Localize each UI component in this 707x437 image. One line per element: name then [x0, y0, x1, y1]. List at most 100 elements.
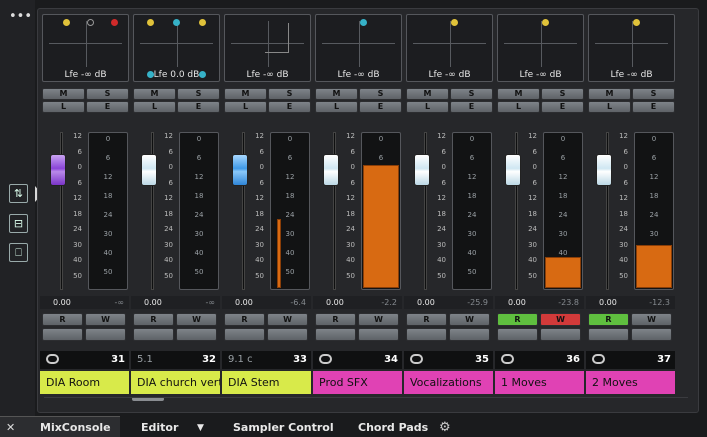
peak-value[interactable]: -∞: [205, 298, 215, 307]
edit-button[interactable]: E: [450, 101, 493, 113]
edit-button[interactable]: E: [359, 101, 402, 113]
listen-button[interactable]: L: [133, 101, 176, 113]
surround-panner[interactable]: Lfe 0.0 dB: [133, 14, 220, 82]
solo-button[interactable]: S: [450, 88, 493, 100]
listen-button[interactable]: L: [497, 101, 540, 113]
fader-handle[interactable]: [505, 154, 521, 186]
write-button[interactable]: W: [540, 313, 581, 326]
monitor-speaker-button[interactable]: [224, 328, 265, 341]
monitor-speaker-button[interactable]: [133, 328, 174, 341]
solo-button[interactable]: S: [177, 88, 220, 100]
monitor-icon[interactable]: ⎕: [9, 243, 28, 262]
mute-button[interactable]: M: [406, 88, 449, 100]
close-tab-icon[interactable]: ✕: [6, 419, 15, 437]
record-button[interactable]: [176, 328, 217, 341]
edit-button[interactable]: E: [541, 101, 584, 113]
listen-button[interactable]: L: [42, 101, 85, 113]
write-button[interactable]: W: [631, 313, 672, 326]
record-button[interactable]: [540, 328, 581, 341]
fader-handle[interactable]: [323, 154, 339, 186]
solo-button[interactable]: S: [632, 88, 675, 100]
listen-button[interactable]: L: [406, 101, 449, 113]
channel-name[interactable]: DIA Room: [40, 371, 129, 394]
edit-button[interactable]: E: [86, 101, 129, 113]
volume-value[interactable]: 0.00: [144, 298, 162, 307]
tab-editor[interactable]: Editor: [141, 419, 178, 437]
read-button[interactable]: R: [224, 313, 265, 326]
read-button[interactable]: R: [406, 313, 447, 326]
settings-gear-icon[interactable]: ⚙: [439, 419, 451, 437]
mute-button[interactable]: M: [315, 88, 358, 100]
fader-handle[interactable]: [141, 154, 157, 186]
edit-button[interactable]: E: [268, 101, 311, 113]
tab-chord-pads[interactable]: Chord Pads: [358, 419, 428, 437]
peak-value[interactable]: -6.4: [290, 298, 306, 307]
peak-value[interactable]: -2.2: [381, 298, 397, 307]
fader-handle[interactable]: [596, 154, 612, 186]
monitor-speaker-button[interactable]: [406, 328, 447, 341]
surround-panner[interactable]: Lfe -∞ dB: [315, 14, 402, 82]
write-button[interactable]: W: [176, 313, 217, 326]
mute-button[interactable]: M: [588, 88, 631, 100]
record-button[interactable]: [358, 328, 399, 341]
channel-name[interactable]: DIA church vert: [131, 371, 220, 394]
edit-button[interactable]: E: [632, 101, 675, 113]
fader-handle[interactable]: [232, 154, 248, 186]
edit-button[interactable]: E: [177, 101, 220, 113]
volume-value[interactable]: 0.00: [508, 298, 526, 307]
mute-button[interactable]: M: [133, 88, 176, 100]
record-button[interactable]: [631, 328, 672, 341]
read-button[interactable]: R: [497, 313, 538, 326]
volume-value[interactable]: 0.00: [235, 298, 253, 307]
volume-value[interactable]: 0.00: [53, 298, 71, 307]
channel-name[interactable]: Vocalizations: [404, 371, 493, 394]
solo-button[interactable]: S: [359, 88, 402, 100]
surround-panner[interactable]: Lfe -∞ dB: [588, 14, 675, 82]
channel-name[interactable]: 1 Moves: [495, 371, 584, 394]
volume-value[interactable]: 0.00: [326, 298, 344, 307]
read-button[interactable]: R: [588, 313, 629, 326]
listen-button[interactable]: L: [588, 101, 631, 113]
read-button[interactable]: R: [315, 313, 356, 326]
solo-button[interactable]: S: [86, 88, 129, 100]
surround-panner[interactable]: Lfe -∞ dB: [406, 14, 493, 82]
fader-handle[interactable]: [50, 154, 66, 186]
monitor-speaker-button[interactable]: [588, 328, 629, 341]
peak-value[interactable]: -23.8: [558, 298, 579, 307]
read-button[interactable]: R: [42, 313, 83, 326]
peak-value[interactable]: -25.9: [467, 298, 488, 307]
peak-value[interactable]: -∞: [114, 298, 124, 307]
read-button[interactable]: R: [133, 313, 174, 326]
surround-panner[interactable]: Lfe -∞ dB: [42, 14, 129, 82]
channel-name[interactable]: Prod SFX: [313, 371, 402, 394]
surround-panner[interactable]: Lfe -∞ dB: [224, 14, 311, 82]
volume-value[interactable]: 0.00: [599, 298, 617, 307]
listen-button[interactable]: L: [315, 101, 358, 113]
monitor-speaker-button[interactable]: [497, 328, 538, 341]
write-button[interactable]: W: [85, 313, 126, 326]
fader-settings-icon[interactable]: ⇅: [9, 184, 28, 203]
menu-icon[interactable]: •••: [9, 10, 32, 23]
peak-value[interactable]: -12.3: [649, 298, 670, 307]
mute-button[interactable]: M: [497, 88, 540, 100]
record-button[interactable]: [85, 328, 126, 341]
write-button[interactable]: W: [449, 313, 490, 326]
volume-value[interactable]: 0.00: [417, 298, 435, 307]
surround-panner[interactable]: Lfe -∞ dB: [497, 14, 584, 82]
fader-handle[interactable]: [414, 154, 430, 186]
channel-name[interactable]: 2 Moves: [586, 371, 675, 394]
mute-button[interactable]: M: [42, 88, 85, 100]
record-button[interactable]: [267, 328, 308, 341]
record-button[interactable]: [449, 328, 490, 341]
write-button[interactable]: W: [358, 313, 399, 326]
monitor-speaker-button[interactable]: [315, 328, 356, 341]
mute-button[interactable]: M: [224, 88, 267, 100]
write-button[interactable]: W: [267, 313, 308, 326]
solo-button[interactable]: S: [268, 88, 311, 100]
routing-icon[interactable]: ⊟: [9, 214, 28, 233]
solo-button[interactable]: S: [541, 88, 584, 100]
channel-name[interactable]: DIA Stem: [222, 371, 311, 394]
listen-button[interactable]: L: [224, 101, 267, 113]
monitor-speaker-button[interactable]: [42, 328, 83, 341]
editor-dropdown-icon[interactable]: ▼: [197, 419, 204, 437]
